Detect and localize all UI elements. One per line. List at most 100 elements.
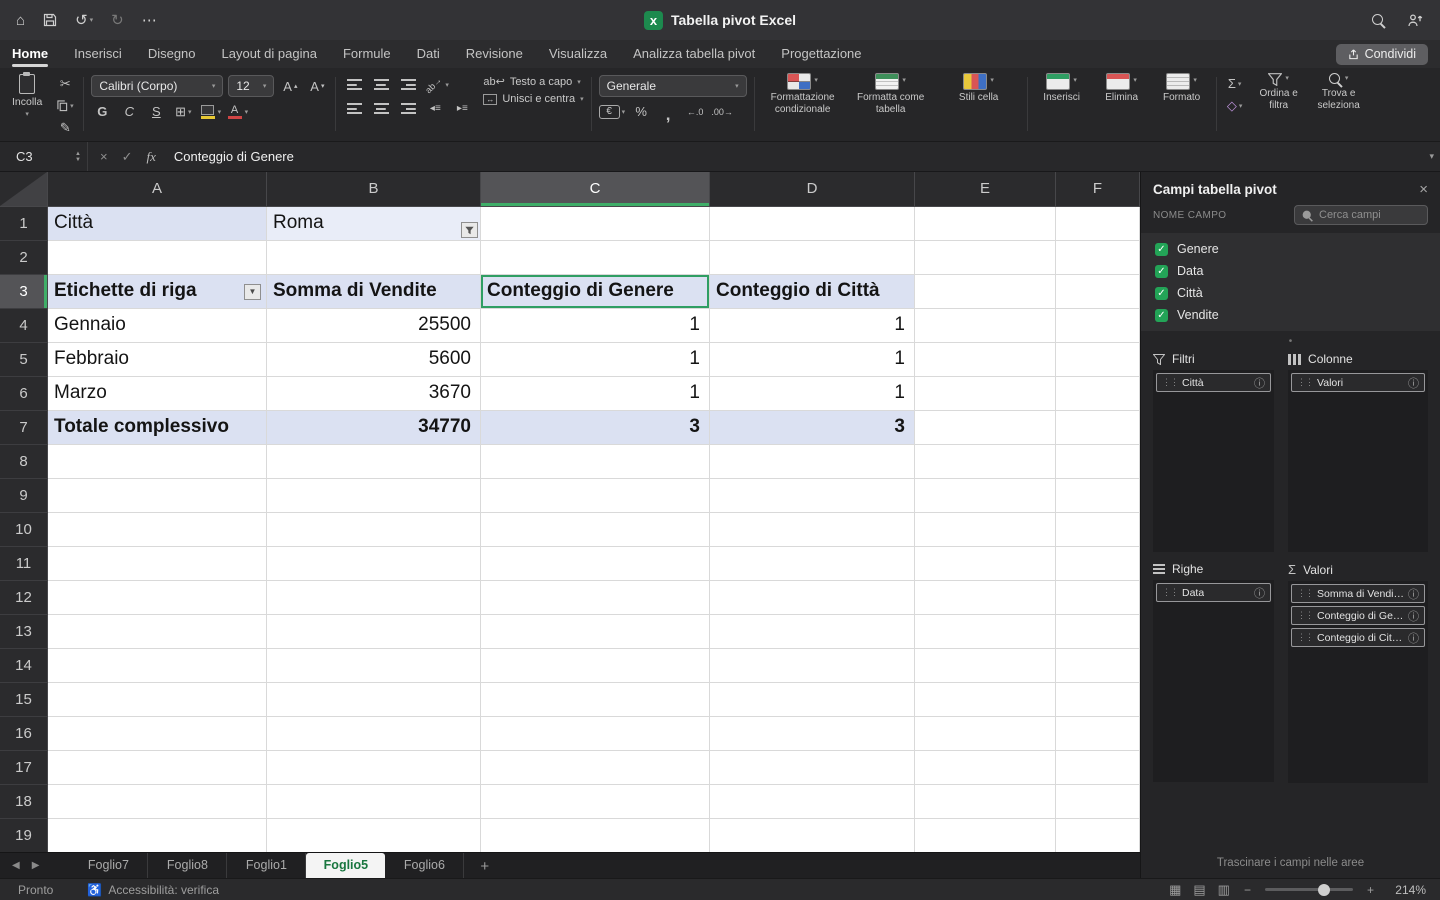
ribbon-tab-inserisci[interactable]: Inserisci [74, 40, 122, 68]
cell-E9[interactable] [915, 479, 1056, 513]
increase-indent-button[interactable]: ▸≡ [451, 99, 473, 118]
cell-D19[interactable] [710, 819, 915, 852]
drag-handle-icon[interactable]: ⋮⋮ [1297, 610, 1314, 621]
prev-sheet-icon[interactable]: ◀ [12, 860, 20, 871]
share-user-icon[interactable] [1407, 13, 1424, 28]
cell-A18[interactable] [48, 785, 267, 819]
row-header-16[interactable]: 16 [0, 717, 48, 751]
row-header-8[interactable]: 8 [0, 445, 48, 479]
cell-B13[interactable] [267, 615, 481, 649]
sheet-tab-foglio6[interactable]: Foglio6 [385, 853, 465, 878]
row-header-1[interactable]: 1 [0, 207, 48, 241]
cell-B6[interactable]: 3670 [267, 377, 481, 411]
decrease-indent-button[interactable]: ◂≡ [424, 99, 446, 118]
cell-A17[interactable] [48, 751, 267, 785]
merge-center-button[interactable]: ↔ Unisci e centra ▾ [483, 93, 584, 105]
zoom-slider-knob[interactable] [1317, 883, 1330, 896]
cell-B8[interactable] [267, 445, 481, 479]
drag-handle-icon[interactable]: ⋮⋮ [1162, 377, 1179, 388]
column-header-C[interactable]: C [481, 172, 710, 207]
cell-A5[interactable]: Febbraio [48, 343, 267, 377]
field-item-genere[interactable]: ✓ Genere [1141, 238, 1440, 260]
fill-color-button[interactable]: ▾ [199, 102, 221, 121]
format-as-table-button[interactable]: ▾ Formatta come tabella [850, 73, 932, 115]
checkbox-checked-icon[interactable]: ✓ [1155, 286, 1168, 300]
ribbon-tab-revisione[interactable]: Revisione [466, 40, 523, 68]
align-left-button[interactable] [343, 99, 365, 118]
field-search-input[interactable] [1319, 209, 1421, 221]
area-pill-values[interactable]: ⋮⋮ Conteggio di Ge… ⓘ [1291, 606, 1425, 625]
cell-A1[interactable]: Città [48, 207, 267, 241]
cell-F17[interactable] [1056, 751, 1140, 785]
cell-A2[interactable] [48, 241, 267, 275]
more-commands-icon[interactable]: ⋯ [142, 11, 157, 29]
cell-A14[interactable] [48, 649, 267, 683]
align-center-button[interactable] [370, 99, 392, 118]
decrease-decimal-button[interactable]: .00→ [711, 102, 733, 121]
name-box-stepper[interactable]: ▲ ▼ [75, 151, 81, 163]
cell-F6[interactable] [1056, 377, 1140, 411]
currency-format-button[interactable]: € ▾ [598, 102, 625, 121]
info-icon[interactable]: ⓘ [1254, 585, 1265, 601]
cell-A13[interactable] [48, 615, 267, 649]
cell-A8[interactable] [48, 445, 267, 479]
ribbon-tab-home[interactable]: Home [12, 40, 49, 68]
paste-button[interactable]: Incolla ▾ [6, 72, 48, 119]
cell-C4[interactable]: 1 [481, 309, 710, 343]
percent-format-button[interactable]: % [630, 102, 652, 121]
cut-button[interactable]: ✂ [54, 74, 76, 93]
number-format-select[interactable]: Generale ▾ [598, 75, 747, 97]
cell-F14[interactable] [1056, 649, 1140, 683]
cell-C5[interactable]: 1 [481, 343, 710, 377]
orientation-button[interactable]: ab→ ▾ [424, 74, 449, 95]
cancel-entry-icon[interactable]: × [100, 149, 108, 164]
comma-format-button[interactable]: , [657, 102, 679, 123]
checkbox-checked-icon[interactable]: ✓ [1155, 308, 1168, 322]
row-header-2[interactable]: 2 [0, 241, 48, 275]
borders-button[interactable]: ⊞ ▾ [172, 102, 194, 121]
cell-C7[interactable]: 3 [481, 411, 710, 445]
bold-button[interactable]: G [91, 102, 113, 121]
cell-B11[interactable] [267, 547, 481, 581]
area-pill-rows[interactable]: ⋮⋮ Data ⓘ [1156, 583, 1272, 602]
row-header-7[interactable]: 7 [0, 411, 48, 445]
next-sheet-icon[interactable]: ▶ [32, 860, 40, 871]
area-pill-values[interactable]: ⋮⋮ Conteggio di Cit… ⓘ [1291, 628, 1425, 647]
cell-E3[interactable] [915, 275, 1056, 309]
cell-C14[interactable] [481, 649, 710, 683]
cell-C6[interactable]: 1 [481, 377, 710, 411]
checkbox-checked-icon[interactable]: ✓ [1155, 242, 1168, 256]
columns-area-box[interactable]: ⋮⋮ Valori ⓘ [1288, 370, 1428, 552]
cell-A19[interactable] [48, 819, 267, 852]
cell-D2[interactable] [710, 241, 915, 275]
cell-C12[interactable] [481, 581, 710, 615]
cell-C8[interactable] [481, 445, 710, 479]
drag-handle-icon[interactable]: ⋮⋮ [1162, 587, 1179, 598]
cell-C17[interactable] [481, 751, 710, 785]
sheet-tab-foglio5[interactable]: Foglio5 [306, 853, 386, 878]
column-header-A[interactable]: A [48, 172, 267, 207]
copy-button[interactable]: ▾ [54, 96, 76, 115]
align-middle-button[interactable] [370, 75, 392, 94]
expand-formula-bar-icon[interactable]: ▾ [1429, 151, 1434, 162]
cell-F18[interactable] [1056, 785, 1140, 819]
cell-D1[interactable] [710, 207, 915, 241]
info-icon[interactable]: ⓘ [1408, 608, 1419, 624]
ribbon-tab-layout-di-pagina[interactable]: Layout di pagina [222, 40, 317, 68]
field-search-box[interactable] [1294, 205, 1428, 225]
applied-filter-icon[interactable] [461, 222, 478, 238]
italic-button[interactable]: C [118, 102, 140, 121]
cell-F3[interactable] [1056, 275, 1140, 309]
cell-D3[interactable]: Conteggio di Città [710, 275, 915, 309]
delete-cells-button[interactable]: ▾ Elimina [1095, 73, 1149, 104]
cell-E8[interactable] [915, 445, 1056, 479]
info-icon[interactable]: ⓘ [1408, 586, 1419, 602]
row-header-4[interactable]: 4 [0, 309, 48, 343]
search-icon[interactable] [1372, 13, 1385, 27]
undo-button[interactable]: ↺ ▾ [75, 11, 93, 29]
cell-D9[interactable] [710, 479, 915, 513]
font-name-select[interactable]: Calibri (Corpo) ▾ [91, 75, 224, 97]
info-icon[interactable]: ⓘ [1408, 375, 1419, 391]
row-header-17[interactable]: 17 [0, 751, 48, 785]
cell-D8[interactable] [710, 445, 915, 479]
